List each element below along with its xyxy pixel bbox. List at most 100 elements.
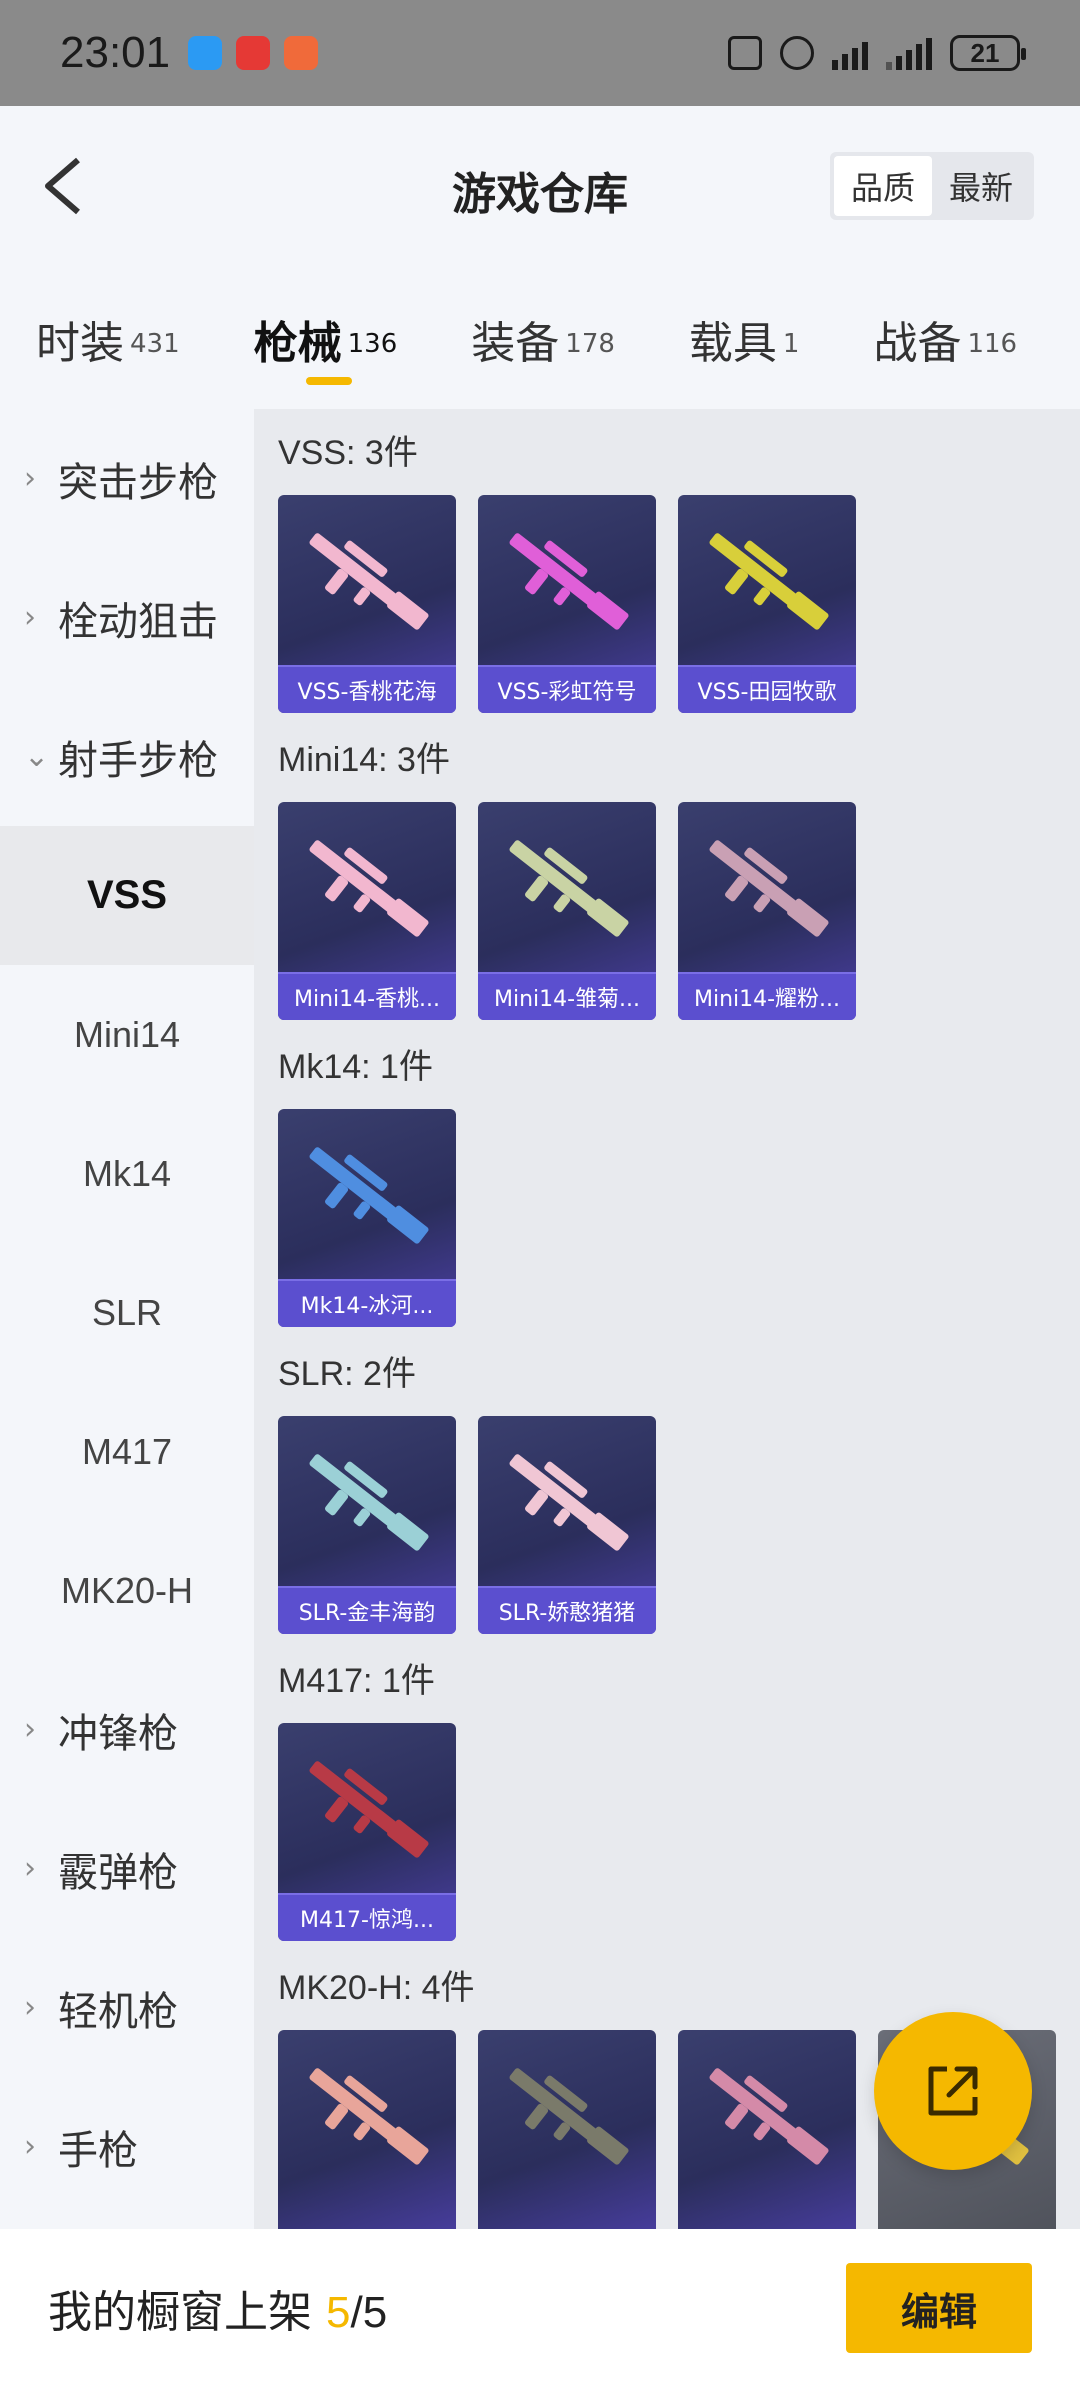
- weapon-skin-name: M417-惊鸿...: [278, 1893, 456, 1941]
- status-time: 23:01: [60, 28, 171, 77]
- weapon-image-icon: [309, 2068, 429, 2165]
- tab-equipment[interactable]: 装备 178: [471, 271, 615, 371]
- signal-2-icon: [886, 36, 932, 70]
- app-notification-icon: [284, 36, 319, 70]
- weapon-skin-card[interactable]: [278, 2030, 456, 2229]
- sidebar-group[interactable]: › 冲锋枪: [0, 1660, 254, 1799]
- weapon-skin-card[interactable]: VSS-香桃花海: [278, 495, 456, 713]
- tab-count: 116: [967, 328, 1018, 359]
- sidebar-group[interactable]: › 霰弹枪: [0, 1799, 254, 1938]
- header: 游戏仓库 品质 最新: [0, 106, 1080, 271]
- sidebar-group-label: 突击步枪: [58, 459, 218, 506]
- chevron-right-icon: ›: [24, 461, 36, 496]
- sidebar-group-label: 栓动狙击: [58, 598, 218, 645]
- weapon-image-icon: [509, 2068, 629, 2165]
- weapon-category-sidebar: › 突击步枪 › 栓动狙击 ⌄ 射手步枪 VSS Mini14 Mk14 SLR M417 MK20-…: [0, 409, 254, 2229]
- tab-firearms[interactable]: 枪械 136: [254, 271, 398, 385]
- chevron-down-icon: ⌄: [24, 739, 50, 774]
- showcase-separator: /: [350, 2288, 363, 2337]
- sidebar-group-label: 霰弹枪: [58, 1849, 178, 1896]
- share-button[interactable]: [874, 2012, 1032, 2170]
- weapon-image-icon: [309, 1454, 429, 1551]
- weapon-skin-name: Mk14-冰河...: [278, 1279, 456, 1327]
- share-icon: [928, 2066, 978, 2116]
- weapon-skin-card[interactable]: M417-惊鸿...: [278, 1723, 456, 1941]
- sidebar-group-label: 冲锋枪: [58, 1710, 178, 1757]
- section-title: SLR: 2件: [278, 1355, 416, 1393]
- weapon-skin-name: SLR-娇憨猪猪: [478, 1586, 656, 1634]
- sidebar-group[interactable]: › 轻机枪: [0, 1938, 254, 2077]
- category-tabs: 时装 431 枪械 136 装备 178 载具 1 战备 116: [0, 271, 1080, 409]
- weapon-image-icon: [709, 2068, 829, 2165]
- chevron-right-icon: ›: [24, 2129, 36, 2164]
- sort-quality-button[interactable]: 品质: [834, 156, 932, 216]
- sidebar-group[interactable]: › 突击步枪: [0, 409, 254, 548]
- sidebar-group[interactable]: › 手枪: [0, 2077, 254, 2216]
- sidebar-subitem[interactable]: Mini14: [0, 965, 254, 1104]
- weapon-skin-card[interactable]: VSS-田园牧歌: [678, 495, 856, 713]
- weapon-skin-card[interactable]: Mk14-冰河...: [278, 1109, 456, 1327]
- sort-toggle: 品质 最新: [830, 152, 1034, 220]
- system-status: 21: [728, 35, 1026, 71]
- weapon-image-icon: [509, 533, 629, 630]
- edit-button[interactable]: 编辑: [846, 2263, 1032, 2353]
- sidebar-subitem[interactable]: MK20-H: [0, 1521, 254, 1660]
- tab-count: 178: [565, 328, 615, 359]
- sidebar-subitem[interactable]: VSS: [0, 826, 254, 965]
- tab-combat-gear[interactable]: 战备 116: [873, 271, 1017, 371]
- tab-label: 载具: [688, 318, 777, 369]
- sort-newest-button[interactable]: 最新: [932, 156, 1030, 216]
- showcase-status: 我的橱窗上架 5/5: [48, 2276, 387, 2340]
- weapon-image-icon: [309, 533, 429, 630]
- weapon-image-icon: [509, 1454, 629, 1551]
- showcase-total-count: 5: [362, 2288, 388, 2337]
- chevron-right-icon: ›: [24, 1851, 36, 1886]
- weapon-skin-card[interactable]: [478, 2030, 656, 2229]
- sidebar-group[interactable]: ⌄ 射手步枪: [0, 687, 254, 826]
- sidebar-group-label: 射手步枪: [58, 737, 218, 784]
- chat-notification-icon: [188, 36, 223, 70]
- tab-count: 1: [782, 328, 800, 359]
- section-title: VSS: 3件: [278, 434, 418, 472]
- weapon-skin-name: VSS-香桃花海: [278, 665, 456, 713]
- sidebar-subitem[interactable]: M417: [0, 1382, 254, 1521]
- status-bar: 23:01 21: [0, 0, 1080, 106]
- weapon-skin-card[interactable]: Mini14-雏菊...: [478, 802, 656, 1020]
- weapon-skin-card[interactable]: Mini14-香桃...: [278, 802, 456, 1020]
- tab-vehicles[interactable]: 载具 1: [689, 271, 800, 371]
- weapon-skin-name: Mini14-香桃...: [278, 972, 456, 1020]
- weapon-skin-name: SLR-金丰海韵: [278, 1586, 456, 1634]
- active-tab-indicator: [305, 377, 352, 385]
- weapon-skin-card[interactable]: SLR-金丰海韵: [278, 1416, 456, 1634]
- sidebar-group-label: 轻机枪: [58, 1988, 178, 2035]
- tab-fashion[interactable]: 时装 431: [36, 271, 180, 371]
- red-packet-notification-icon: [236, 36, 271, 70]
- showcase-label: 我的橱窗上架: [48, 2287, 312, 2338]
- weapon-skin-name: Mini14-耀粉...: [678, 972, 856, 1020]
- weapon-image-icon: [709, 533, 829, 630]
- weapon-skin-card[interactable]: VSS-彩虹符号: [478, 495, 656, 713]
- nfc-icon: [728, 36, 762, 70]
- weapon-skin-card[interactable]: [678, 2030, 856, 2229]
- weapon-skin-card[interactable]: SLR-娇憨猪猪: [478, 1416, 656, 1634]
- weapon-image-icon: [309, 840, 429, 937]
- tab-label: 战备: [873, 318, 962, 369]
- section-title: Mk14: 1件: [278, 1048, 433, 1086]
- alarm-icon: [780, 36, 814, 70]
- chevron-right-icon: ›: [24, 1990, 36, 2025]
- chevron-right-icon: ›: [24, 600, 36, 635]
- weapon-skin-name: Mini14-雏菊...: [478, 972, 656, 1020]
- weapon-skin-card[interactable]: Mini14-耀粉...: [678, 802, 856, 1020]
- sidebar-subitem[interactable]: SLR: [0, 1243, 254, 1382]
- battery-icon: 21: [950, 35, 1026, 71]
- sidebar-group-label: 手枪: [58, 2127, 138, 2174]
- sidebar-subitem[interactable]: Mk14: [0, 1104, 254, 1243]
- tab-count: 136: [347, 328, 398, 359]
- tab-label: 时装: [36, 318, 124, 369]
- notification-icons: [188, 36, 319, 70]
- weapon-image-icon: [509, 840, 629, 937]
- sidebar-group[interactable]: › 栓动狙击: [0, 548, 254, 687]
- tab-count: 431: [130, 328, 180, 359]
- bottom-bar: 我的橱窗上架 5/5 编辑: [0, 2229, 1080, 2387]
- section-title: Mini14: 3件: [278, 741, 450, 779]
